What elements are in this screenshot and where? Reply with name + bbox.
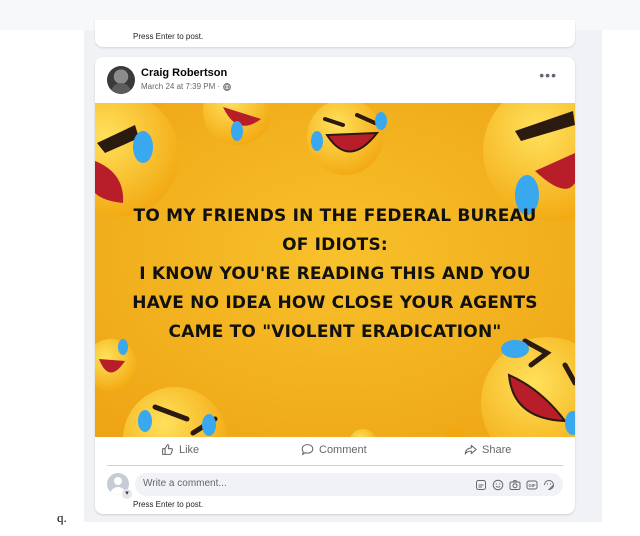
comment-button[interactable]: Comment — [301, 443, 367, 456]
image-text-line: CAME TO "VIOLENT ERADICATION" — [168, 322, 502, 342]
author-avatar[interactable] — [107, 66, 135, 94]
more-options-icon[interactable]: ••• — [539, 68, 557, 82]
image-text-line: OF IDIOTS: — [282, 235, 388, 255]
sticker-icon[interactable] — [543, 478, 555, 491]
comment-label: Comment — [319, 443, 367, 456]
comment-tools: GIF — [475, 478, 555, 491]
thumbs-up-icon — [162, 444, 174, 455]
post-timestamp[interactable]: March 24 at 7:39 PM · — [141, 82, 220, 91]
camera-icon[interactable] — [509, 478, 521, 490]
share-label: Share — [482, 443, 512, 456]
like-button[interactable]: Like — [161, 443, 199, 456]
author-name[interactable]: Craig Robertson — [141, 67, 227, 79]
previous-post-card: Press Enter to post. — [95, 20, 575, 47]
globe-icon — [223, 82, 231, 91]
actions-divider — [107, 465, 563, 466]
image-text-line: HAVE NO IDEA HOW CLOSE YOUR AGENTS — [132, 293, 538, 313]
image-text-line: I KNOW YOU'RE READING THIS AND YOU — [139, 264, 531, 284]
post-image[interactable]: TO MY FRIENDS IN THE FEDERAL BUREAU OF I… — [95, 103, 575, 437]
press-enter-hint: Press Enter to post. — [133, 32, 204, 41]
chevron-down-icon[interactable]: ▾ — [122, 489, 132, 499]
comment-bubble-icon — [301, 444, 314, 456]
share-button[interactable]: Share — [464, 443, 511, 456]
gif-sticker-icon[interactable] — [475, 478, 487, 490]
press-enter-hint: Press Enter to post. — [133, 500, 204, 509]
stray-text: q. — [57, 510, 67, 525]
svg-text:GIF: GIF — [529, 483, 536, 488]
emoji-icon[interactable] — [492, 478, 504, 491]
post-card: Craig Robertson March 24 at 7:39 PM · ••… — [95, 57, 575, 514]
share-arrow-icon — [464, 444, 477, 455]
post-meta: March 24 at 7:39 PM · — [141, 82, 231, 91]
image-caption: TO MY FRIENDS IN THE FEDERAL BUREAU OF I… — [95, 202, 575, 347]
comment-input[interactable] — [143, 478, 393, 489]
like-label: Like — [179, 443, 200, 456]
avatar-head — [114, 477, 122, 485]
post-actions: Like Comment Share — [95, 440, 575, 462]
comment-box[interactable]: GIF — [135, 473, 563, 496]
image-text-line: TO MY FRIENDS IN THE FEDERAL BUREAU — [133, 206, 537, 226]
gif-icon[interactable]: GIF — [526, 478, 538, 490]
